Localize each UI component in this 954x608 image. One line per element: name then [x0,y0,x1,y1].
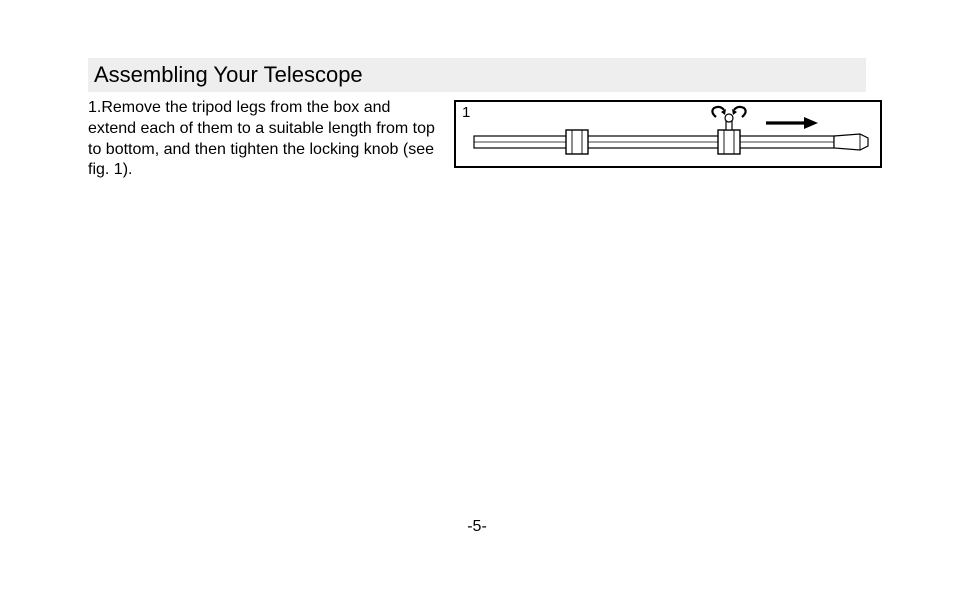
page-number: -5- [467,518,487,536]
section-heading: Assembling Your Telescope [94,62,363,87]
tripod-leg-diagram [456,102,880,166]
manual-page: Assembling Your Telescope 1.Remove the t… [0,0,954,608]
content-row: 1.Remove the tripod legs from the box an… [88,98,866,181]
instruction-text: 1.Remove the tripod legs from the box an… [88,98,436,181]
figure-1-box: 1 [454,100,882,168]
figure-column: 1 [454,98,882,168]
section-heading-bar: Assembling Your Telescope [88,58,866,92]
